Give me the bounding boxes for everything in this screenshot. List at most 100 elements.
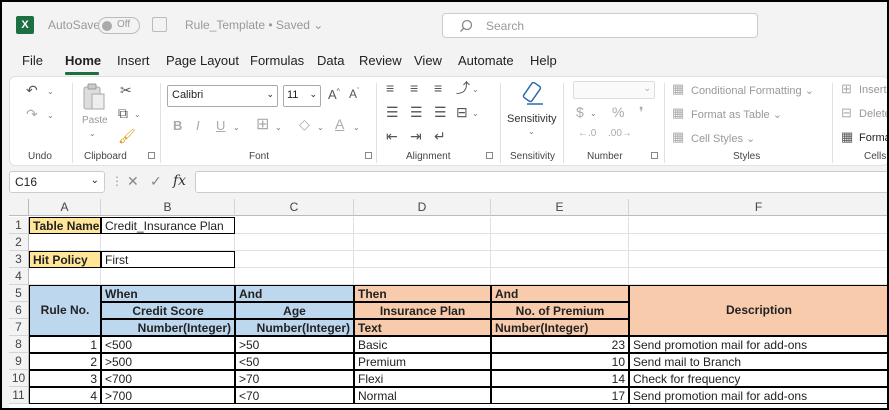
menu-automate[interactable]: Automate: [458, 53, 514, 68]
row-header-3[interactable]: 3: [9, 251, 29, 268]
grid-cell[interactable]: [354, 217, 491, 234]
comma-style-icon[interactable]: ❜: [639, 105, 644, 119]
menu-formulas[interactable]: Formulas: [250, 53, 304, 68]
insert-cells-button[interactable]: Insert: [859, 84, 887, 96]
increase-indent-icon[interactable]: ⇥: [410, 129, 422, 143]
menu-page-layout[interactable]: Page Layout: [166, 53, 239, 68]
row-header-6[interactable]: 6: [9, 302, 29, 319]
grid-cell[interactable]: [101, 234, 235, 251]
decrease-indent-icon[interactable]: ⇤: [386, 129, 398, 143]
copy-icon[interactable]: ⧉: [118, 106, 128, 120]
column-header-a[interactable]: A: [29, 199, 101, 216]
rule-number[interactable]: 2: [29, 353, 101, 370]
alignment-launcher-icon[interactable]: [486, 152, 493, 159]
row-header-10[interactable]: 10: [9, 370, 29, 387]
merge-center-icon[interactable]: ⊟: [456, 105, 468, 119]
undo-dropdown-icon[interactable]: ⌄: [47, 87, 54, 96]
decrease-decimal-icon[interactable]: .00→: [608, 129, 632, 139]
row-header-8[interactable]: 8: [9, 336, 29, 353]
borders-dropdown-icon[interactable]: ⌄: [275, 123, 282, 132]
redo-dropdown-icon[interactable]: ⌄: [47, 111, 54, 120]
premium-cell[interactable]: 23: [491, 336, 629, 353]
insurance-plan-cell[interactable]: Flexi: [354, 370, 491, 387]
insurance-plan-cell[interactable]: Basic: [354, 336, 491, 353]
align-middle-icon[interactable]: ≡: [410, 81, 418, 95]
credit-score-type[interactable]: Number(Integer): [101, 319, 235, 336]
orientation-dropdown-icon[interactable]: ⌄: [472, 85, 479, 94]
grid-cell[interactable]: [629, 234, 887, 251]
insurance-plan-header[interactable]: Insurance Plan: [354, 302, 491, 319]
credit-score-cell[interactable]: >500: [101, 353, 235, 370]
spreadsheet-grid[interactable]: A B C D E F 1 2 3 4 5 6 7 8 9 10 11 Table Name Credit_Insu…: [9, 199, 887, 408]
increase-decimal-icon[interactable]: ←.0: [578, 129, 596, 139]
cut-icon[interactable]: ✂: [120, 83, 132, 97]
premium-cell[interactable]: 10: [491, 353, 629, 370]
grid-cell[interactable]: [629, 217, 887, 234]
font-color-dropdown-icon[interactable]: ⌄: [353, 123, 360, 132]
paste-icon[interactable]: [82, 83, 106, 111]
paste-label[interactable]: Paste: [82, 115, 108, 126]
sensitivity-button[interactable]: Sensitivity: [507, 113, 557, 125]
insurance-plan-type[interactable]: Text: [354, 319, 491, 336]
menu-data[interactable]: Data: [317, 53, 344, 68]
hit-policy-label[interactable]: Hit Policy: [29, 251, 101, 268]
name-box[interactable]: C16 ⌄: [9, 171, 105, 193]
redo-icon[interactable]: ↷: [26, 107, 38, 121]
borders-icon[interactable]: ⊞: [256, 117, 269, 133]
format-cells-button[interactable]: Format: [859, 132, 887, 144]
number-format-select[interactable]: ⌄: [573, 81, 655, 99]
description-cell[interactable]: Send promotion mail for add-ons: [629, 387, 887, 404]
age-cell[interactable]: <50: [235, 353, 354, 370]
font-name-select[interactable]: Calibri ⌄: [167, 85, 278, 107]
rule-number[interactable]: 1: [29, 336, 101, 353]
grid-cell[interactable]: [491, 217, 629, 234]
rule-no-header[interactable]: Rule No.: [29, 285, 101, 336]
wrap-text-icon[interactable]: ↵: [434, 129, 446, 143]
grid-cell[interactable]: [29, 268, 101, 285]
description-cell[interactable]: Send mail to Branch: [629, 353, 887, 370]
save-icon[interactable]: [152, 17, 167, 32]
font-color-icon[interactable]: A: [335, 117, 344, 131]
clipboard-launcher-icon[interactable]: [148, 152, 155, 159]
grid-cell[interactable]: [354, 268, 491, 285]
cancel-icon[interactable]: ✕: [127, 173, 139, 190]
format-as-table-button[interactable]: Format as Table ⌄: [691, 108, 782, 121]
decrease-font-icon[interactable]: Aˇ: [349, 88, 359, 100]
align-left-icon[interactable]: ☰: [386, 105, 399, 119]
description-header[interactable]: Description: [629, 285, 887, 336]
row-header-9[interactable]: 9: [9, 353, 29, 370]
increase-font-icon[interactable]: A^: [328, 88, 340, 101]
column-header-f[interactable]: F: [629, 199, 887, 216]
search-input[interactable]: Search: [442, 13, 758, 38]
grid-cell[interactable]: [354, 234, 491, 251]
column-header-e[interactable]: E: [491, 199, 629, 216]
currency-icon[interactable]: $: [576, 105, 584, 119]
grid-cell[interactable]: [354, 251, 491, 268]
row-header-2[interactable]: 2: [9, 234, 29, 251]
grid-cell[interactable]: [629, 268, 887, 285]
menu-review[interactable]: Review: [359, 53, 402, 68]
when-header[interactable]: When: [101, 285, 235, 302]
align-center-icon[interactable]: ☰: [410, 105, 423, 119]
premium-cell[interactable]: 17: [491, 387, 629, 404]
menu-home[interactable]: Home: [65, 53, 101, 68]
row-header-5[interactable]: 5: [9, 285, 29, 302]
age-cell[interactable]: >50: [235, 336, 354, 353]
font-launcher-icon[interactable]: [365, 152, 372, 159]
percent-icon[interactable]: %: [612, 105, 624, 119]
menu-insert[interactable]: Insert: [117, 53, 150, 68]
underline-dropdown-icon[interactable]: ⌄: [233, 123, 240, 132]
merge-dropdown-icon[interactable]: ⌄: [472, 109, 479, 118]
and-header-1[interactable]: And: [235, 285, 354, 302]
grid-cell[interactable]: [101, 268, 235, 285]
font-size-select[interactable]: 11 ⌄: [283, 85, 321, 107]
grid-cell[interactable]: [235, 268, 354, 285]
align-right-icon[interactable]: ☰: [434, 105, 447, 119]
age-cell[interactable]: >70: [235, 370, 354, 387]
grid-cell[interactable]: [491, 234, 629, 251]
number-launcher-icon[interactable]: [651, 152, 658, 159]
formula-input[interactable]: [195, 171, 887, 193]
and-header-2[interactable]: And: [491, 285, 629, 302]
age-cell[interactable]: <70: [235, 387, 354, 404]
grid-cell[interactable]: [491, 251, 629, 268]
